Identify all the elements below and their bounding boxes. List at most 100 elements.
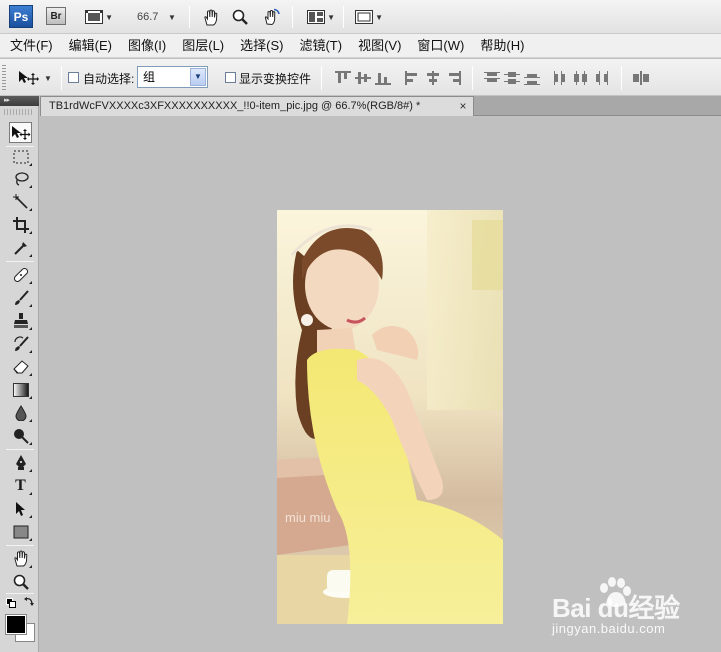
- hand-icon: [204, 9, 218, 25]
- document-canvas[interactable]: miu miu: [40, 117, 721, 652]
- align-horizontal-centers-button[interactable]: [425, 71, 441, 85]
- zoom-icon: [232, 9, 248, 25]
- brush-icon: [14, 289, 29, 305]
- distribute-top-edges-button[interactable]: [484, 71, 500, 85]
- screen-mode-button[interactable]: ▼: [352, 7, 386, 27]
- arrange-documents-button[interactable]: ▼: [304, 7, 338, 27]
- auto-align-layers-button[interactable]: [633, 71, 649, 85]
- type-tool[interactable]: T: [9, 475, 32, 496]
- default-colors-button[interactable]: [6, 597, 16, 608]
- eraser-tool[interactable]: [9, 356, 32, 377]
- pen-tool[interactable]: [9, 452, 32, 473]
- magic-wand-tool[interactable]: [9, 191, 32, 212]
- eyedropper-tool[interactable]: [9, 237, 32, 258]
- distribute-right-edges-button[interactable]: [593, 71, 609, 85]
- zoom-icon: [13, 574, 29, 590]
- healing-brush-tool[interactable]: [9, 264, 32, 285]
- dodge-tool[interactable]: [9, 425, 32, 446]
- bridge-button[interactable]: Br: [46, 7, 66, 25]
- align-top-edges-button[interactable]: [335, 71, 351, 85]
- watermark-url: jingyan.baidu.com: [552, 621, 666, 636]
- path-selection-icon: [15, 501, 25, 516]
- gradient-tool[interactable]: [9, 379, 32, 400]
- hand-tool[interactable]: [9, 548, 32, 569]
- move-tool-icon: [19, 71, 39, 85]
- document-tab[interactable]: TB1rdWcFVXXXXc3XFXXXXXXXXXX_!!0-item_pic…: [40, 96, 474, 116]
- crop-tool[interactable]: [9, 214, 32, 235]
- menu-view[interactable]: 视图(V): [350, 35, 409, 57]
- chevron-down-icon[interactable]: ▼: [190, 68, 206, 86]
- tools-panel-toggle[interactable]: ▸▸: [0, 96, 39, 106]
- foreground-color-swatch[interactable]: [5, 614, 27, 635]
- hand-tool-button[interactable]: [201, 7, 221, 27]
- document-tab-title: TB1rdWcFVXXXXc3XFXXXXXXXXXX_!!0-item_pic…: [49, 100, 421, 112]
- menu-layer[interactable]: 图层(L): [174, 35, 232, 57]
- crop-icon: [12, 216, 29, 233]
- baidu-jingyan-watermark: Bai du经验 jingyan.baidu.com: [552, 577, 712, 638]
- type-icon: T: [15, 476, 26, 494]
- photoshop-window: Ps Br ▼ 66.7 ▼ ▼ ▼ 文件(F) 编辑(E) 图像(I) 图层(…: [0, 0, 721, 652]
- clone-stamp-tool[interactable]: [9, 310, 32, 331]
- mini-bridge-button[interactable]: ▼: [82, 7, 116, 27]
- menu-window[interactable]: 窗口(W): [409, 35, 472, 57]
- separator: [292, 6, 293, 28]
- screen-mode-icon: [354, 10, 373, 24]
- history-brush-tool[interactable]: [9, 333, 32, 354]
- auto-select-value: 组: [143, 70, 156, 84]
- tools-panel-grip[interactable]: [4, 109, 34, 115]
- auto-select-dropdown[interactable]: 组 ▼: [137, 66, 208, 88]
- swap-arrows-icon: [24, 597, 34, 606]
- distribute-vertical-centers-button[interactable]: [504, 71, 520, 85]
- divider: [6, 449, 34, 450]
- zoom-tool-button[interactable]: [230, 7, 250, 27]
- divider: [6, 261, 34, 262]
- auto-select-checkbox[interactable]: [68, 72, 79, 83]
- zoom-tool[interactable]: [9, 571, 32, 592]
- menu-select[interactable]: 选择(S): [232, 35, 291, 57]
- separator: [61, 66, 62, 90]
- distribute-bottom-edges-button[interactable]: [524, 71, 540, 85]
- zoom-level[interactable]: 66.7: [137, 11, 158, 23]
- distribute-horizontal-centers-button[interactable]: [573, 71, 589, 85]
- options-bar: ▼ 自动选择: 组 ▼ 显示变换控件: [0, 59, 721, 96]
- separator: [472, 66, 473, 90]
- zoom-dropdown[interactable]: ▼: [166, 7, 178, 27]
- divider: [6, 593, 34, 594]
- distribute-left-edges-button[interactable]: [553, 71, 569, 85]
- rectangle-tool[interactable]: [9, 521, 32, 542]
- menu-bar: 文件(F) 编辑(E) 图像(I) 图层(L) 选择(S) 滤镜(T) 视图(V…: [0, 34, 721, 58]
- lasso-icon: [14, 171, 29, 186]
- align-vertical-centers-button[interactable]: [355, 71, 371, 85]
- align-bottom-edges-button[interactable]: [375, 71, 391, 85]
- menu-image[interactable]: 图像(I): [120, 35, 174, 57]
- eyedropper-icon: [13, 241, 27, 255]
- bandage-icon: [13, 267, 28, 282]
- rotate-view-button[interactable]: [260, 7, 282, 27]
- chevron-down-icon: ▼: [102, 12, 114, 22]
- close-icon[interactable]: ×: [456, 99, 470, 113]
- auto-select-label: 自动选择:: [83, 72, 135, 86]
- marquee-tool[interactable]: [9, 146, 32, 167]
- eraser-icon: [12, 359, 29, 373]
- application-bar: Ps Br ▼ 66.7 ▼ ▼ ▼: [0, 0, 721, 34]
- options-bar-grip[interactable]: [2, 65, 6, 91]
- tool-preset-picker[interactable]: ▼: [18, 68, 54, 88]
- move-tool[interactable]: [9, 122, 32, 143]
- blur-tool[interactable]: [9, 402, 32, 423]
- align-left-edges-button[interactable]: [405, 71, 421, 85]
- align-right-edges-button[interactable]: [445, 71, 461, 85]
- watermark-logo-text: Bai du经验: [552, 593, 680, 623]
- show-transform-checkbox[interactable]: [225, 72, 236, 83]
- menu-file[interactable]: 文件(F): [2, 35, 61, 57]
- brush-tool[interactable]: [9, 287, 32, 308]
- lasso-tool[interactable]: [9, 168, 32, 189]
- path-selection-tool[interactable]: [9, 498, 32, 519]
- arrange-documents-icon: [306, 10, 325, 24]
- photoshop-logo: Ps: [9, 5, 33, 28]
- menu-filter[interactable]: 滤镜(T): [291, 35, 350, 57]
- hand-icon: [13, 550, 27, 567]
- magic-wand-icon: [12, 193, 28, 209]
- swap-colors-button[interactable]: [24, 596, 35, 607]
- menu-edit[interactable]: 编辑(E): [61, 35, 120, 57]
- menu-help[interactable]: 帮助(H): [472, 35, 532, 57]
